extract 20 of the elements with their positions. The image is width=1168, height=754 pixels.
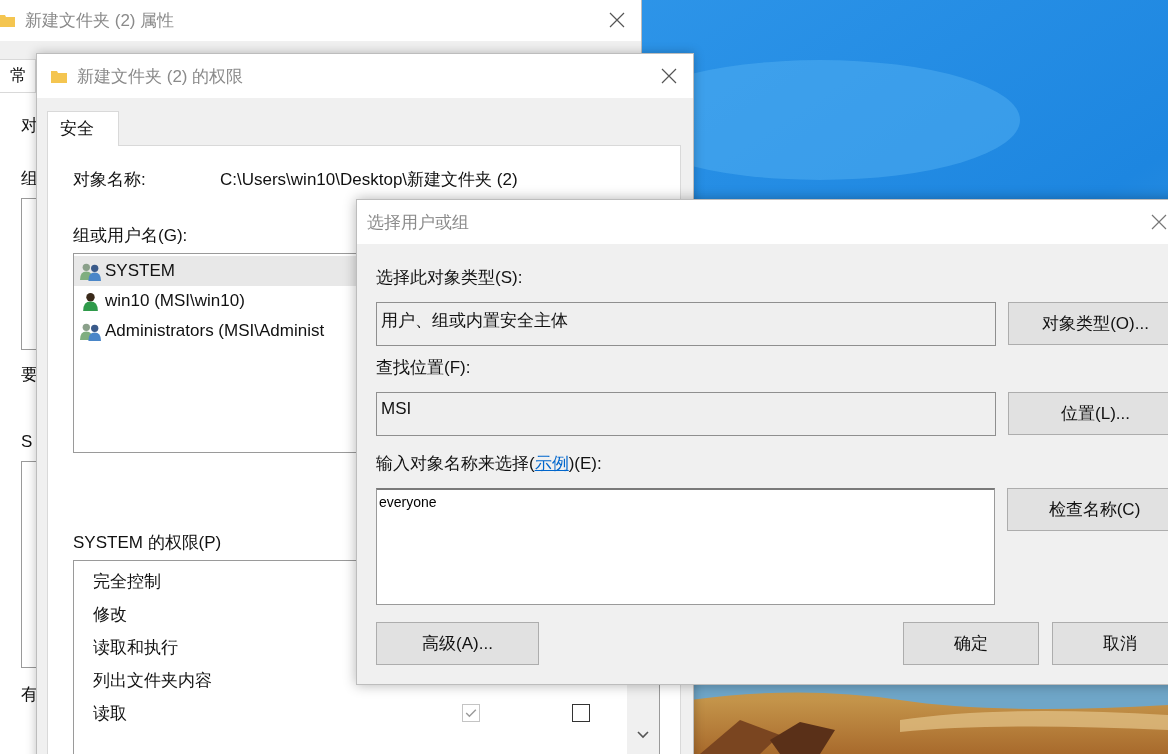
label-fragment: S (21, 431, 33, 453)
window-title: 新建文件夹 (2) 属性 (25, 9, 175, 32)
object-name-label: 对象名称: (73, 169, 147, 191)
label-fragment: 有 (21, 684, 38, 706)
permissions-label: SYSTEM 的权限(P) (73, 532, 222, 554)
label-fragment: 要 (21, 364, 38, 386)
window-title: 选择用户或组 (367, 211, 469, 234)
object-name: C:\Users\win10\Desktop\新建文件夹 (2) (220, 169, 518, 191)
object-types-label: 选择此对象类型(S): (376, 267, 523, 289)
label-fragment: 对 (21, 115, 38, 137)
permission-name: 读取和执行 (93, 637, 178, 659)
object-names-label: 输入对象名称来选择(示例)(E): (376, 453, 602, 475)
permission-name: 列出文件夹内容 (93, 670, 212, 692)
window-title: 新建文件夹 (2) 的权限 (77, 65, 244, 88)
permission-name: 完全控制 (93, 571, 161, 593)
permission-name: 读取 (93, 703, 127, 725)
permission-name: 修改 (93, 604, 127, 626)
location-label: 查找位置(F): (376, 357, 471, 379)
users-label: 组或用户名(G): (73, 225, 188, 247)
label-fragment: 组 (21, 168, 38, 190)
